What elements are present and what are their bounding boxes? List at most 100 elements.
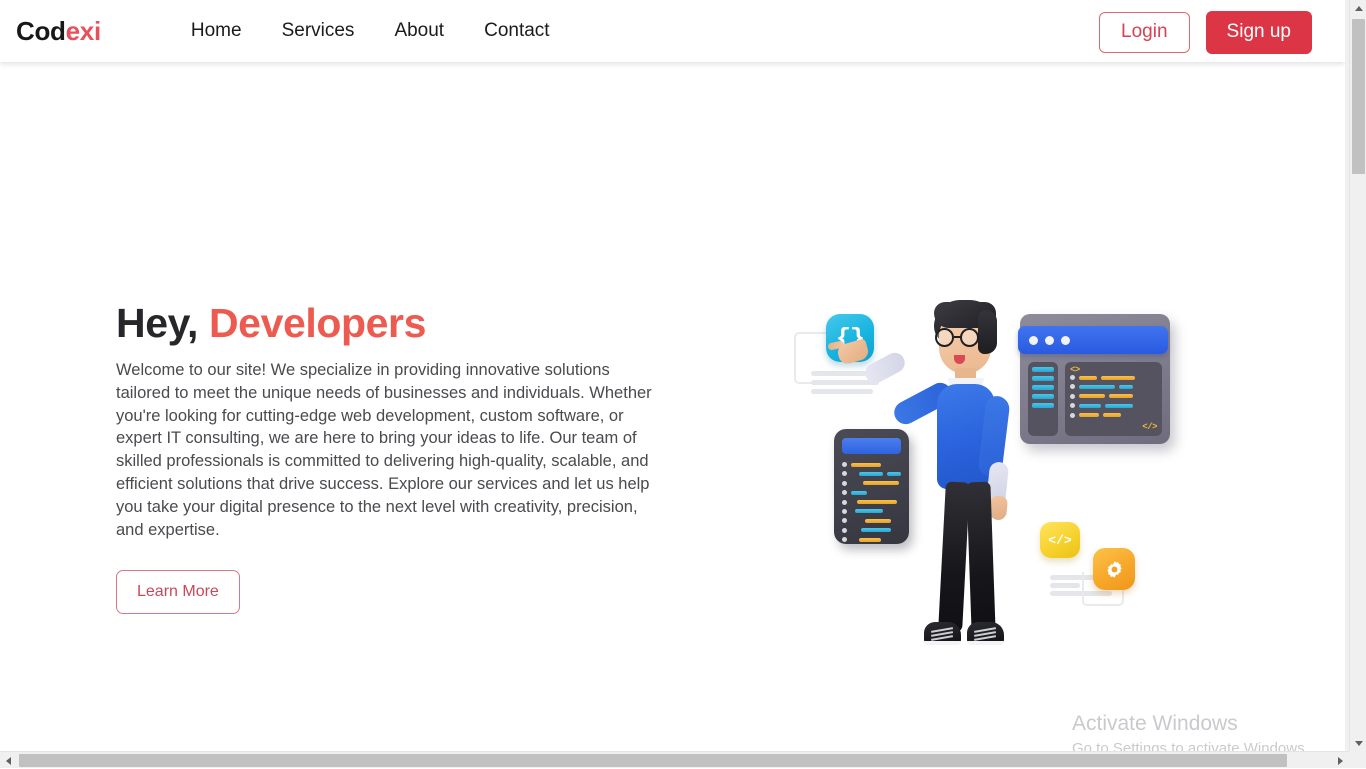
login-button[interactable]: Login (1099, 12, 1190, 53)
bullet-dot (842, 490, 847, 495)
window-dot-icon (1061, 336, 1070, 345)
code-line-row (842, 528, 901, 533)
glasses-bridge (954, 336, 962, 338)
scroll-left-button[interactable] (0, 752, 17, 769)
open-tag-icon: <> (1070, 365, 1157, 375)
code-line (861, 528, 891, 532)
hero-copy: Hey, Developers Welcome to our site! We … (116, 300, 676, 614)
signup-button[interactable]: Sign up (1206, 11, 1312, 54)
character-shoe-right (967, 622, 1004, 645)
logo-part-primary: Cod (16, 16, 66, 46)
code-line-row (842, 518, 901, 523)
hero-illustration: {} (780, 242, 1210, 712)
chevron-left-icon (6, 757, 11, 765)
code-line (865, 519, 891, 523)
code-line-row (1070, 394, 1157, 399)
glasses-lens-right (960, 328, 979, 347)
code-line (857, 500, 897, 504)
vertical-scrollbar-thumb[interactable] (1352, 19, 1365, 174)
window-dot-icon (1045, 336, 1054, 345)
code-line (887, 472, 901, 476)
code-line (1079, 413, 1099, 417)
code-line-row (1070, 384, 1157, 389)
learn-more-button[interactable]: Learn More (116, 570, 240, 614)
nav-item-about[interactable]: About (374, 16, 464, 46)
watermark-subtitle: Go to Settings to activate Windows. (1072, 738, 1309, 752)
horizontal-scrollbar[interactable] (0, 751, 1349, 768)
code-line (1079, 394, 1105, 398)
hero-title-accent: Developers (209, 300, 426, 346)
bullet-dot (1070, 375, 1075, 380)
chevron-down-icon (1355, 741, 1363, 746)
site-logo[interactable]: Codexi (16, 16, 101, 47)
code-line (863, 481, 899, 485)
chevron-right-icon (1338, 757, 1343, 765)
browser-window-illustration: <> </> (1020, 314, 1170, 444)
chevron-up-icon (1355, 6, 1363, 11)
site-header: Codexi Home Services About Contact Login… (0, 0, 1345, 62)
scroll-right-button[interactable] (1332, 752, 1349, 769)
browser-viewport: Codexi Home Services About Contact Login… (0, 0, 1366, 768)
code-line (1079, 385, 1115, 389)
code-line-row (842, 500, 901, 505)
horizontal-scrollbar-thumb[interactable] (19, 754, 1287, 767)
bullet-dot (842, 518, 847, 523)
bullet-dot (842, 462, 847, 467)
logo-part-accent: exi (66, 16, 101, 46)
nav-item-contact[interactable]: Contact (464, 16, 569, 46)
developer-character (920, 300, 1040, 700)
code-line (1101, 376, 1135, 380)
window-title-bar (1018, 326, 1168, 354)
hero-paragraph: Welcome to our site! We specialize in pr… (116, 359, 664, 541)
bullet-dot (1070, 413, 1075, 418)
window-body: <> </> (1028, 362, 1162, 436)
character-shoe-left (924, 622, 961, 645)
scroll-up-button[interactable] (1350, 0, 1366, 17)
watermark-title: Activate Windows (1072, 710, 1309, 738)
bullet-dot (1070, 384, 1075, 389)
vertical-scrollbar[interactable] (1349, 0, 1366, 752)
code-line (1105, 404, 1133, 408)
code-line (859, 538, 881, 542)
scrollbar-corner (1349, 751, 1366, 768)
bullet-dot (842, 509, 847, 514)
code-line-row (842, 471, 901, 476)
bullet-dot (1070, 394, 1075, 399)
angle-brackets-icon: </> (1040, 522, 1080, 558)
character-hand-right (989, 495, 1008, 520)
code-line-row (1070, 375, 1157, 380)
window-code-area: <> </> (1065, 362, 1162, 436)
code-line (851, 463, 881, 467)
main-navigation: Home Services About Contact (171, 16, 570, 46)
glasses-icon (932, 328, 994, 348)
placeholder-line (1050, 583, 1080, 588)
code-line (1079, 376, 1097, 380)
glasses-lens-left (935, 328, 954, 347)
bullet-dot (842, 500, 847, 505)
code-line-row (1070, 403, 1157, 408)
code-line (1079, 404, 1101, 408)
close-tag-icon: </> (1070, 422, 1157, 432)
placeholder-line (811, 371, 867, 376)
bullet-dot (1070, 403, 1075, 408)
code-line-row (842, 509, 901, 514)
nav-item-services[interactable]: Services (262, 16, 375, 46)
hero-title-plain: Hey, (116, 300, 209, 346)
code-line (851, 491, 867, 495)
hero-section: Hey, Developers Welcome to our site! We … (0, 62, 1345, 752)
code-line-row (842, 462, 901, 467)
character-leg-left (938, 481, 970, 632)
code-card-left (834, 429, 909, 544)
gear-icon (1093, 548, 1135, 590)
code-line-row (842, 537, 901, 542)
bullet-dot (842, 537, 847, 542)
code-line (1109, 394, 1133, 398)
hero-title: Hey, Developers (116, 300, 676, 347)
scroll-down-button[interactable] (1350, 735, 1366, 752)
nav-item-home[interactable]: Home (171, 16, 262, 46)
activate-windows-watermark: Activate Windows Go to Settings to activ… (1072, 710, 1309, 752)
shoe-sole (924, 641, 961, 645)
header-actions: Login Sign up (1099, 11, 1312, 54)
bullet-dot (842, 481, 847, 486)
code-line (1119, 385, 1133, 389)
